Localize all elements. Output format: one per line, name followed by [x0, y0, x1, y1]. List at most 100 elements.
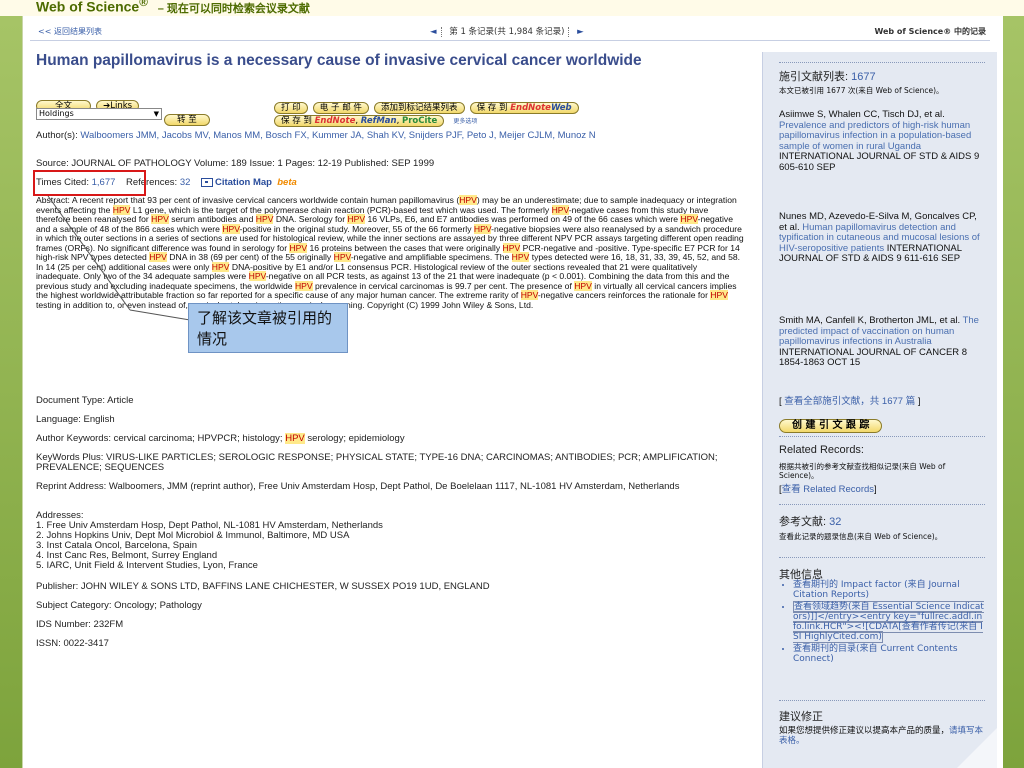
- list-item: 查看期刊的 Impact factor (来自 Journal Citation…: [793, 580, 985, 600]
- abstract-text: DNA in 38 (69 per cent) of the 55 origin…: [166, 252, 334, 263]
- article-title: Human papillomavirus is a necessary caus…: [36, 52, 642, 69]
- create-citation-alert-button[interactable]: 创 建 引 文 跟 踪: [779, 419, 883, 433]
- issn: ISSN: 0022-3417: [36, 638, 109, 649]
- hpv-highlight: HPV: [222, 223, 240, 234]
- other-info-list: 查看期刊的 Impact factor (来自 Journal Citation…: [779, 580, 985, 666]
- hpv-highlight: HPV: [211, 261, 230, 272]
- abstract: Abstract: A recent report that 93 per ce…: [36, 195, 744, 311]
- ids-number: IDS Number: 232FM: [36, 619, 124, 630]
- authors-line: Author(s): Walboomers JMM, Jacobs MV, Ma…: [36, 130, 596, 141]
- keywords-plus: KeyWords Plus: VIRUS-LIKE PARTICLES; SER…: [36, 452, 718, 473]
- hpv-highlight: HPV: [502, 242, 521, 253]
- hpv-highlight: HPV: [680, 214, 698, 225]
- publisher: Publisher: JOHN WILEY & SONS LTD, BAFFIN…: [36, 581, 490, 592]
- abstract-text: -positive in the original study. Moreove…: [239, 223, 474, 234]
- record-position: 第 1 条记录(共 1,984 条记录): [449, 27, 565, 37]
- back-to-results-link[interactable]: << 返回结果列表: [38, 26, 102, 37]
- related-link-row: [查看 Related Records]: [779, 484, 877, 495]
- hpv-highlight: HPV: [112, 204, 131, 215]
- save-to-local-button[interactable]: 保 存 到 EndNote, RefMan, ProCite: [274, 115, 445, 127]
- create-alert-row: 创 建 引 文 跟 踪: [779, 413, 985, 433]
- language: Language: English: [36, 414, 115, 425]
- cited-note: 本文已被引用 1677 次(来自 Web of Science)。: [779, 86, 944, 95]
- suggest-heading: 建议修正: [779, 711, 823, 723]
- abstract-text: DNA. Serology for: [273, 214, 348, 225]
- hpv-highlight: HPV: [294, 280, 313, 291]
- next-record-icon[interactable]: ►: [577, 27, 584, 37]
- journal-toc-link[interactable]: 查看期刊的目录(来自 Current Contents Connect): [793, 644, 958, 664]
- prev-record-icon[interactable]: ◄: [430, 27, 437, 37]
- hpv-highlight: HPV: [347, 214, 366, 225]
- abstract-text: prevalence in cervical carcinomas is 99.…: [312, 280, 575, 291]
- chevron-down-icon: ▼: [153, 110, 159, 118]
- beta-badge: beta: [277, 177, 297, 189]
- source-line: Source: JOURNAL OF PATHOLOGY Volume: 189…: [36, 158, 435, 169]
- annotation-callout: 了解该文章被引用的情况: [188, 303, 348, 353]
- reprint-address: Reprint Address: Walboomers, JMM (reprin…: [36, 481, 680, 492]
- save-row: 保 存 到 EndNote, RefMan, ProCite 更多选项: [274, 108, 477, 127]
- field-trends-link[interactable]: 查看领域趋势(来自 Essential Science Indicators)]…: [793, 601, 984, 643]
- citing-record: Nunes MD, Azevedo-E-Silva M, Goncalves C…: [779, 211, 980, 265]
- brand-name: Web of Science: [36, 0, 140, 15]
- hpv-highlight: HPV: [248, 271, 266, 282]
- record-navbar: << 返回结果列表 ◄ 第 1 条记录(共 1,984 条记录) ► Web o…: [30, 22, 990, 41]
- view-all-citing: [ 查看全部施引文献，共 1677 篇 ]: [779, 396, 921, 407]
- abstract-text: 16 proteins between the cases that were …: [307, 242, 503, 253]
- subject-category: Subject Category: Oncology; Pathology: [36, 600, 202, 611]
- author-keywords: Author Keywords: cervical carcinoma; HPV…: [36, 433, 405, 444]
- hpv-highlight: HPV: [574, 280, 592, 291]
- record-pager: ◄ 第 1 条记录(共 1,984 条记录) ►: [430, 25, 584, 37]
- address-item: 5. IARC, Unit Field & Intervent Studies,…: [36, 560, 258, 571]
- article-main: Human papillomavirus is a necessary caus…: [36, 52, 746, 80]
- page-curl: [957, 728, 997, 768]
- goto-button[interactable]: 转 至: [164, 114, 210, 126]
- document-type: Document Type: Article: [36, 395, 134, 406]
- hpv-highlight: HPV: [289, 242, 308, 253]
- brand-subtitle: – 现在可以同时检索会议录文献: [157, 2, 310, 15]
- hpv-highlight: HPV: [520, 290, 538, 301]
- hpv-highlight: HPV: [710, 290, 729, 301]
- view-all-citing-link[interactable]: 查看全部施引文献，共 1677 篇: [784, 396, 915, 407]
- abstract-text: Abstract: A recent report that 93 per ce…: [36, 195, 460, 205]
- holdings-select[interactable]: Holdings ▼: [36, 108, 162, 120]
- hpv-highlight: HPV: [255, 214, 274, 225]
- refs-note: 查看此记录的题录信息(来自 Web of Science)。: [779, 532, 943, 541]
- left-decor-bar: [0, 16, 22, 768]
- references-link[interactable]: 32: [180, 177, 191, 188]
- related-note: 根据共被引的参考文献查找相似记录(来自 Web of Science)。: [779, 462, 946, 480]
- more-options-link[interactable]: 更多选项: [453, 118, 477, 125]
- sidebar: 施引文献列表: 1677 本文已被引用 1677 次(来自 Web of Sci…: [762, 52, 997, 768]
- hpv-highlight: HPV: [333, 252, 351, 263]
- top-bar: Web of Science® – 现在可以同时检索会议录文献: [0, 0, 1024, 16]
- citing-record: Asiimwe S, Whalen CC, Tisch DJ, et al. P…: [779, 109, 980, 173]
- cited-count-link[interactable]: 1677: [851, 71, 875, 83]
- abstract-text: L1 gene, which is the target of the poly…: [130, 204, 552, 215]
- hpv-highlight: HPV: [511, 252, 530, 263]
- abstract-text: serum antibodies and: [168, 214, 256, 225]
- brand-logo[interactable]: Web of Science® – 现在可以同时检索会议录文献: [36, 0, 310, 16]
- abstract-text: -negative and amplifiable specimens. The: [350, 252, 512, 263]
- hpv-highlight: HPV: [151, 214, 169, 225]
- related-heading: Related Records:: [779, 444, 864, 456]
- right-decor-bar: [1002, 16, 1024, 768]
- source-label: Web of Science® 中的记录: [874, 27, 986, 36]
- authors-links[interactable]: Walboomers JMM, Jacobs MV, Manos MM, Bos…: [80, 130, 595, 141]
- hpv-highlight: HPV: [459, 195, 477, 205]
- refs-count-link[interactable]: 32: [829, 516, 841, 528]
- citation-map-link[interactable]: Citation Map: [215, 177, 272, 188]
- related-records-link[interactable]: 查看 Related Records: [782, 484, 874, 495]
- citing-title-link[interactable]: Prevalence and predictors of high-risk h…: [779, 120, 971, 152]
- cited-heading: 施引文献列表: 1677: [779, 71, 876, 83]
- list-item: 查看领域趋势(来自 Essential Science Indicators)]…: [793, 601, 985, 643]
- abstract-text: -negative cancers reinforces the rationa…: [537, 290, 711, 301]
- citing-record: Smith MA, Canfell K, Brotherton JML, et …: [779, 315, 979, 369]
- addresses-block: Addresses: 1. Free Univ Amsterdam Hosp, …: [36, 511, 744, 571]
- citation-map-icon[interactable]: [200, 178, 213, 187]
- hpv-highlight: HPV: [149, 252, 167, 263]
- save-endnote-web-button[interactable]: 保 存 到 EndNoteWeb: [469, 102, 579, 114]
- brand-reg: ®: [139, 0, 148, 9]
- hpv-highlight: HPV: [473, 223, 492, 234]
- list-item: 查看期刊的目录(来自 Current Contents Connect): [793, 644, 985, 664]
- refs-heading: 参考文献: 32: [779, 516, 842, 528]
- impact-factor-link[interactable]: 查看期刊的 Impact factor (来自 Journal Citation…: [793, 580, 960, 600]
